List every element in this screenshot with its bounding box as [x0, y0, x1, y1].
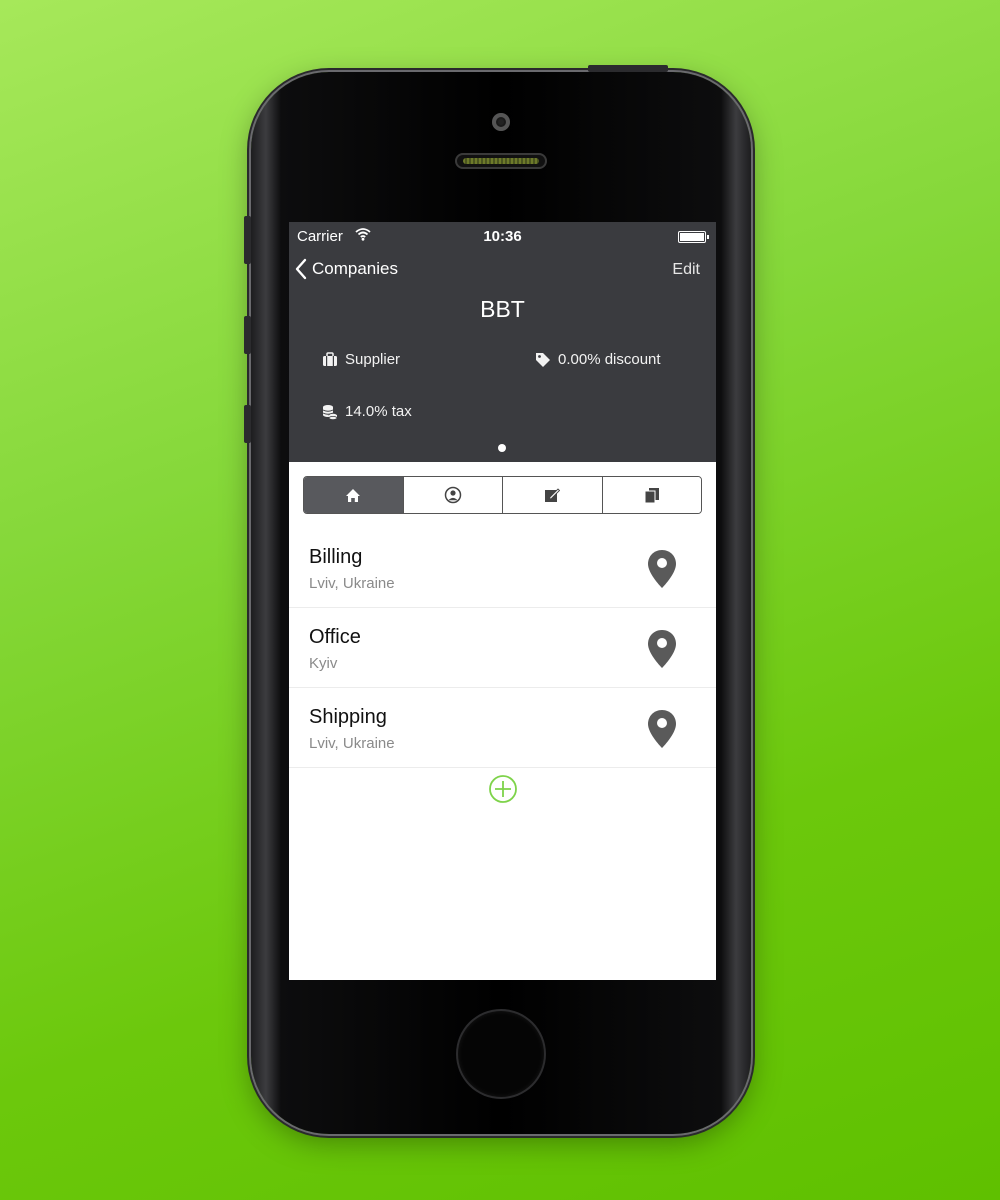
discount-info: 0.00% discount: [535, 351, 661, 368]
mute-switch: [244, 216, 251, 264]
volume-up-button: [244, 316, 251, 354]
segment-notes[interactable]: [502, 477, 602, 513]
company-header: Carrier 10:36 Companies Edit BBT Supplie…: [289, 222, 716, 462]
map-pin-icon[interactable]: [647, 629, 677, 669]
address-name: Office: [309, 626, 361, 648]
volume-down-button: [244, 405, 251, 443]
status-time: 10:36: [483, 228, 522, 245]
back-button[interactable]: Companies: [295, 258, 398, 280]
power-button: [588, 65, 668, 72]
front-camera: [492, 113, 510, 131]
edit-button[interactable]: Edit: [672, 261, 700, 279]
status-bar: Carrier 10:36: [289, 222, 716, 250]
address-name: Billing: [309, 546, 363, 568]
coins-icon: [322, 404, 338, 420]
segment-contacts[interactable]: [402, 477, 502, 513]
address-location: Kyiv: [309, 655, 338, 672]
address-name: Shipping: [309, 706, 387, 728]
map-pin-icon[interactable]: [647, 549, 677, 589]
tag-icon: [536, 352, 550, 367]
chevron-left-icon: [295, 258, 307, 280]
address-location: Lviv, Ukraine: [309, 735, 395, 752]
address-row-shipping[interactable]: Shipping Lviv, Ukraine: [289, 687, 716, 768]
company-type-label: Supplier: [345, 351, 401, 368]
segment-documents[interactable]: [601, 477, 701, 513]
segment-home[interactable]: [304, 477, 403, 513]
segmented-control: [303, 476, 702, 514]
earpiece-speaker: [455, 153, 547, 169]
tax-info: 14.0% tax: [322, 403, 412, 420]
company-type: Supplier: [322, 351, 400, 368]
address-location: Lviv, Ukraine: [309, 575, 395, 592]
map-pin-icon[interactable]: [647, 709, 677, 749]
person-icon: [444, 486, 461, 504]
documents-icon: [644, 487, 659, 503]
page-indicator-dot: [498, 444, 506, 452]
battery-icon: [678, 231, 709, 243]
discount-label: 0.00% discount: [558, 351, 661, 368]
back-button-label: Companies: [312, 259, 398, 278]
company-title: BBT: [480, 296, 525, 322]
app-screen: Carrier 10:36 Companies Edit BBT Supplie…: [289, 222, 716, 980]
note-edit-icon: [545, 488, 561, 502]
briefcase-icon: [323, 352, 337, 366]
plus-circle-icon[interactable]: [488, 774, 518, 804]
address-row-billing[interactable]: Billing Lviv, Ukraine: [289, 527, 716, 608]
home-icon: [346, 488, 361, 502]
tax-label: 14.0% tax: [345, 403, 412, 420]
address-row-office[interactable]: Office Kyiv: [289, 607, 716, 688]
home-button[interactable]: [458, 1011, 544, 1097]
